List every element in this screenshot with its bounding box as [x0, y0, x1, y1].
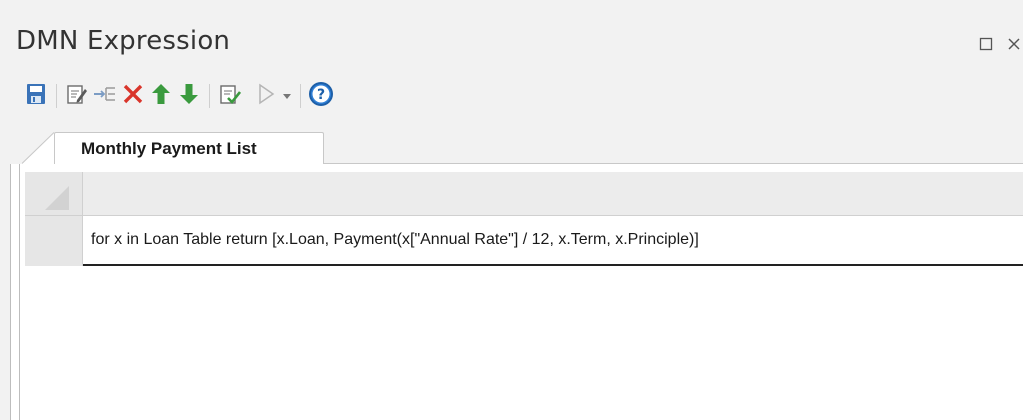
help-icon: ?	[308, 81, 334, 112]
edit-properties-icon	[66, 83, 88, 110]
expression-cell[interactable]: for x in Loan Table return [x.Loan, Paym…	[83, 216, 1023, 266]
expression-grid: for x in Loan Table return [x.Loan, Paym…	[10, 164, 1023, 420]
move-down-icon	[179, 83, 199, 110]
toolbar-separator	[56, 84, 57, 108]
tab-monthly-payment-list[interactable]: Monthly Payment List	[54, 132, 324, 164]
close-button[interactable]	[1007, 33, 1023, 55]
validate-icon	[219, 83, 242, 110]
dmn-expression-window: DMN Expression ? Monthly Payment List fo…	[0, 0, 1023, 420]
row-selector[interactable]	[25, 216, 83, 266]
move-up-icon	[151, 83, 171, 110]
maximize-button[interactable]	[975, 33, 997, 55]
window-controls	[963, 32, 1023, 56]
dropdown-arrow-icon	[283, 87, 291, 105]
validate-button[interactable]	[216, 82, 244, 110]
edit-properties-button[interactable]	[63, 82, 91, 110]
expression-text: for x in Loan Table return [x.Loan, Paym…	[91, 231, 699, 248]
delete-button[interactable]	[119, 82, 147, 110]
move-down-button[interactable]	[175, 82, 203, 110]
toolbar-separator	[209, 84, 210, 108]
help-button[interactable]: ?	[307, 81, 335, 112]
window-title: DMN Expression	[16, 26, 231, 56]
maximize-icon	[979, 37, 993, 51]
save-icon	[26, 83, 46, 110]
grid-corner-cell[interactable]	[25, 172, 83, 216]
save-button[interactable]	[22, 82, 50, 110]
run-options-dropdown[interactable]	[280, 82, 294, 110]
toolbar-separator	[300, 84, 301, 108]
grid-column-header[interactable]	[83, 172, 1023, 216]
delete-icon	[122, 83, 144, 110]
tab-slant-edge	[22, 132, 56, 164]
svg-text:?: ?	[317, 87, 325, 103]
select-all-triangle-icon	[45, 186, 69, 210]
insert-item-icon	[93, 83, 117, 110]
run-simulation-button[interactable]	[252, 82, 280, 110]
tab-strip: Monthly Payment List	[0, 124, 1023, 164]
grid-border	[19, 164, 20, 420]
tab-label: Monthly Payment List	[81, 139, 257, 158]
insert-item-button[interactable]	[91, 82, 119, 110]
toolbar: ?	[22, 80, 335, 112]
move-up-button[interactable]	[147, 82, 175, 110]
close-icon	[1007, 37, 1021, 51]
run-simulation-icon	[257, 83, 275, 110]
